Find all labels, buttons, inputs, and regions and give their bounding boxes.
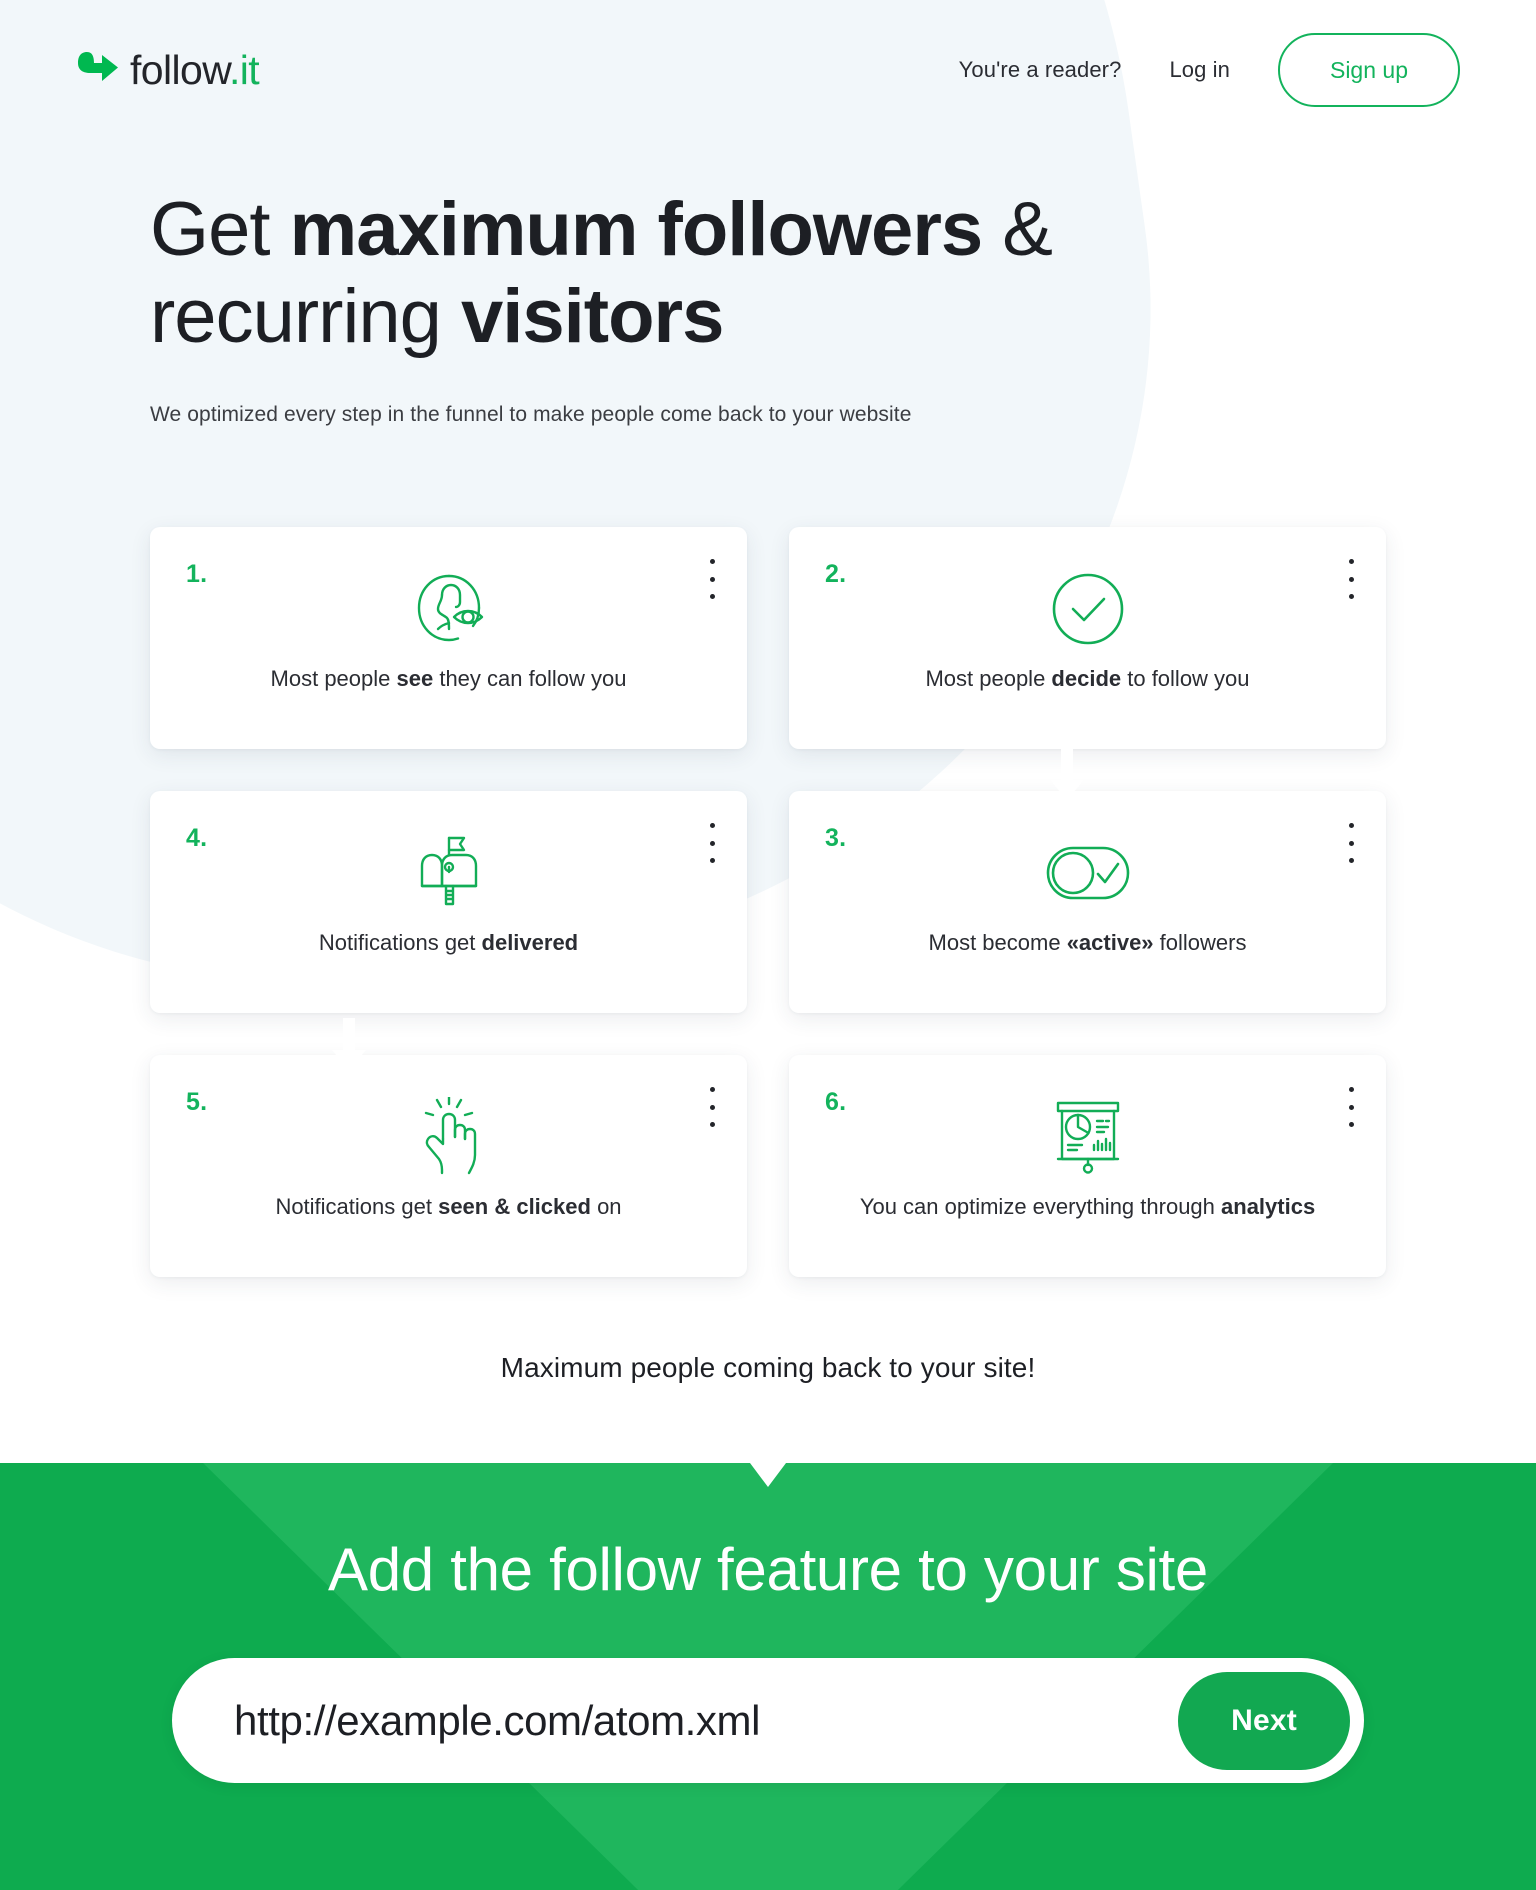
kebab-menu-icon[interactable] [1348,823,1354,863]
feed-url-input[interactable] [234,1696,1178,1745]
check-circle-icon [1051,569,1125,649]
arrow-down-step2-step3 [1050,748,1084,805]
arrow-left-step3-step4 [604,868,656,907]
card-text-before: Notifications get [318,930,482,955]
analytics-board-icon [1050,1097,1126,1177]
mailbox-icon [410,833,488,913]
kebab-menu-icon[interactable] [709,1087,715,1127]
hero-subtitle: We optimized every step in the funnel to… [150,402,912,426]
page-title: Get maximum followers & recurring visito… [150,186,1180,361]
card-label: You can optimize everything through anal… [860,1191,1315,1223]
logo-name: follow [130,46,230,93]
card-number: 3. [825,824,847,852]
kebab-menu-icon[interactable] [1348,559,1354,599]
kebab-menu-icon[interactable] [1348,1087,1354,1127]
tap-hand-icon [415,1097,483,1177]
nav-link-login[interactable]: Log in [1169,57,1230,83]
card-number: 4. [186,824,208,852]
funnel-card-3[interactable]: 3. Most become «active» followers [789,791,1386,1013]
person-eye-icon [411,569,487,649]
kebab-menu-icon[interactable] [709,559,715,599]
card-text-after: to follow you [1121,666,1250,691]
card-text-after: on [590,1194,622,1219]
card-label: Notifications get seen & clicked on [275,1191,621,1223]
card-text-after: they can follow you [433,666,627,691]
card-text-before: Most people [925,666,1052,691]
logo-text: follow.it [130,46,260,93]
arrow-right-step1-step2 [600,596,652,635]
card-number: 1. [186,560,208,588]
cta-title: Add the follow feature to your site [327,1536,1208,1603]
logo[interactable]: follow.it [76,46,260,93]
card-text-bold: decide [1051,666,1122,691]
arrow-right-step5-step6 [600,1090,652,1129]
card-text-bold: see [396,666,434,691]
funnel-summary-text: Maximum people coming back to your site! [500,1352,1036,1383]
card-text-before: Most become [928,930,1067,955]
funnel-card-6[interactable]: 6. You can optimize everything through a… [789,1055,1386,1277]
funnel-card-1[interactable]: 1. Most people see they can follow you [150,527,747,749]
card-label: Most people decide to follow you [925,663,1249,695]
signup-button[interactable]: Sign up [1278,33,1460,107]
funnel-card-5[interactable]: 5. Notifications get seen & clicked on [150,1055,747,1277]
card-number: 2. [825,560,847,588]
hero-section: Get maximum followers & recurring visito… [150,186,1330,427]
toggle-check-icon [1046,833,1130,913]
card-number: 5. [186,1088,208,1116]
landing-page: follow.it You're a reader? Log in Sign u… [0,0,1536,1890]
card-text-after: followers [1153,930,1247,955]
card-label: Notifications get delivered [319,927,578,959]
site-header: follow.it You're a reader? Log in Sign u… [0,0,1536,140]
headline-bold-2: visitors [461,274,724,360]
card-label: Most people see they can follow you [271,663,627,695]
cta-notch [750,1463,786,1487]
card-text-before: Most people [270,666,397,691]
nav-link-reader[interactable]: You're a reader? [959,57,1122,83]
headline-part-1: Get [150,187,290,272]
feed-url-form: Next [172,1658,1364,1783]
funnel-card-4[interactable]: 4. Notifications get delivered [150,791,747,1013]
funnel-card-2[interactable]: 2. Most people decide to follow you [789,527,1386,749]
logo-tld: .it [228,46,260,93]
arrow-down-step4-step5 [332,1018,366,1075]
card-text-before: Notifications get [275,1194,439,1219]
card-text-bold: «active» [1066,930,1154,955]
card-number: 6. [825,1088,847,1116]
card-text-before: You can optimize everything through [859,1194,1222,1219]
headline-bold-1: maximum followers [289,187,984,272]
card-text-bold: analytics [1221,1194,1316,1219]
card-text-bold: delivered [481,930,579,955]
card-text-bold: seen & clicked [438,1194,591,1219]
card-label: Most become «active» followers [929,927,1247,959]
header-nav: You're a reader? Log in Sign up [959,33,1460,107]
follow-arrow-icon [76,50,120,91]
next-button[interactable]: Next [1178,1671,1350,1770]
funnel-steps-grid: 1. Most people see they can follow you 2… [150,527,1386,1277]
kebab-menu-icon[interactable] [709,823,715,863]
